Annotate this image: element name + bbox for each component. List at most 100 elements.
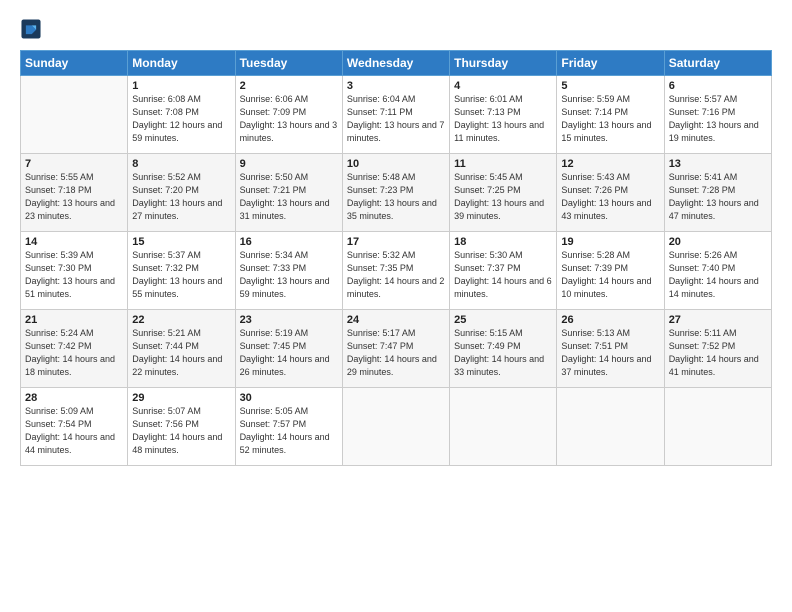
calendar-cell: 7 Sunrise: 5:55 AM Sunset: 7:18 PM Dayli… bbox=[21, 154, 128, 232]
day-number: 21 bbox=[25, 314, 123, 326]
day-info: Sunrise: 5:19 AM Sunset: 7:45 PM Dayligh… bbox=[240, 327, 338, 379]
calendar-cell: 6 Sunrise: 5:57 AM Sunset: 7:16 PM Dayli… bbox=[664, 76, 771, 154]
calendar-week-row: 28 Sunrise: 5:09 AM Sunset: 7:54 PM Dayl… bbox=[21, 388, 772, 466]
calendar-cell: 29 Sunrise: 5:07 AM Sunset: 7:56 PM Dayl… bbox=[128, 388, 235, 466]
calendar-cell: 26 Sunrise: 5:13 AM Sunset: 7:51 PM Dayl… bbox=[557, 310, 664, 388]
day-info: Sunrise: 5:57 AM Sunset: 7:16 PM Dayligh… bbox=[669, 93, 767, 145]
calendar-cell bbox=[21, 76, 128, 154]
calendar-cell: 5 Sunrise: 5:59 AM Sunset: 7:14 PM Dayli… bbox=[557, 76, 664, 154]
day-info: Sunrise: 5:43 AM Sunset: 7:26 PM Dayligh… bbox=[561, 171, 659, 223]
calendar-cell: 17 Sunrise: 5:32 AM Sunset: 7:35 PM Dayl… bbox=[342, 232, 449, 310]
weekday-header: Monday bbox=[128, 51, 235, 76]
day-info: Sunrise: 5:07 AM Sunset: 7:56 PM Dayligh… bbox=[132, 405, 230, 457]
day-info: Sunrise: 5:59 AM Sunset: 7:14 PM Dayligh… bbox=[561, 93, 659, 145]
day-number: 30 bbox=[240, 392, 338, 404]
calendar-cell: 14 Sunrise: 5:39 AM Sunset: 7:30 PM Dayl… bbox=[21, 232, 128, 310]
day-info: Sunrise: 5:52 AM Sunset: 7:20 PM Dayligh… bbox=[132, 171, 230, 223]
calendar-cell: 9 Sunrise: 5:50 AM Sunset: 7:21 PM Dayli… bbox=[235, 154, 342, 232]
day-number: 16 bbox=[240, 236, 338, 248]
calendar-cell: 2 Sunrise: 6:06 AM Sunset: 7:09 PM Dayli… bbox=[235, 76, 342, 154]
day-number: 28 bbox=[25, 392, 123, 404]
day-number: 10 bbox=[347, 158, 445, 170]
weekday-header: Tuesday bbox=[235, 51, 342, 76]
day-number: 6 bbox=[669, 80, 767, 92]
calendar-week-row: 14 Sunrise: 5:39 AM Sunset: 7:30 PM Dayl… bbox=[21, 232, 772, 310]
day-number: 15 bbox=[132, 236, 230, 248]
logo-icon bbox=[20, 18, 42, 40]
logo bbox=[20, 18, 44, 40]
calendar-week-row: 21 Sunrise: 5:24 AM Sunset: 7:42 PM Dayl… bbox=[21, 310, 772, 388]
header bbox=[20, 18, 772, 40]
day-number: 27 bbox=[669, 314, 767, 326]
day-info: Sunrise: 5:55 AM Sunset: 7:18 PM Dayligh… bbox=[25, 171, 123, 223]
day-info: Sunrise: 5:15 AM Sunset: 7:49 PM Dayligh… bbox=[454, 327, 552, 379]
day-number: 26 bbox=[561, 314, 659, 326]
day-number: 13 bbox=[669, 158, 767, 170]
day-info: Sunrise: 5:45 AM Sunset: 7:25 PM Dayligh… bbox=[454, 171, 552, 223]
calendar-cell: 25 Sunrise: 5:15 AM Sunset: 7:49 PM Dayl… bbox=[450, 310, 557, 388]
day-number: 5 bbox=[561, 80, 659, 92]
calendar-cell: 1 Sunrise: 6:08 AM Sunset: 7:08 PM Dayli… bbox=[128, 76, 235, 154]
calendar-cell: 22 Sunrise: 5:21 AM Sunset: 7:44 PM Dayl… bbox=[128, 310, 235, 388]
day-info: Sunrise: 5:05 AM Sunset: 7:57 PM Dayligh… bbox=[240, 405, 338, 457]
calendar-cell: 30 Sunrise: 5:05 AM Sunset: 7:57 PM Dayl… bbox=[235, 388, 342, 466]
day-info: Sunrise: 5:41 AM Sunset: 7:28 PM Dayligh… bbox=[669, 171, 767, 223]
calendar-week-row: 1 Sunrise: 6:08 AM Sunset: 7:08 PM Dayli… bbox=[21, 76, 772, 154]
day-info: Sunrise: 6:04 AM Sunset: 7:11 PM Dayligh… bbox=[347, 93, 445, 145]
calendar-cell: 28 Sunrise: 5:09 AM Sunset: 7:54 PM Dayl… bbox=[21, 388, 128, 466]
day-info: Sunrise: 6:06 AM Sunset: 7:09 PM Dayligh… bbox=[240, 93, 338, 145]
weekday-header: Saturday bbox=[664, 51, 771, 76]
calendar-cell: 27 Sunrise: 5:11 AM Sunset: 7:52 PM Dayl… bbox=[664, 310, 771, 388]
day-number: 20 bbox=[669, 236, 767, 248]
day-info: Sunrise: 5:37 AM Sunset: 7:32 PM Dayligh… bbox=[132, 249, 230, 301]
page: SundayMondayTuesdayWednesdayThursdayFrid… bbox=[0, 0, 792, 612]
calendar-cell: 8 Sunrise: 5:52 AM Sunset: 7:20 PM Dayli… bbox=[128, 154, 235, 232]
day-number: 2 bbox=[240, 80, 338, 92]
calendar-cell: 10 Sunrise: 5:48 AM Sunset: 7:23 PM Dayl… bbox=[342, 154, 449, 232]
day-info: Sunrise: 5:28 AM Sunset: 7:39 PM Dayligh… bbox=[561, 249, 659, 301]
calendar-cell: 15 Sunrise: 5:37 AM Sunset: 7:32 PM Dayl… bbox=[128, 232, 235, 310]
calendar-week-row: 7 Sunrise: 5:55 AM Sunset: 7:18 PM Dayli… bbox=[21, 154, 772, 232]
day-info: Sunrise: 5:32 AM Sunset: 7:35 PM Dayligh… bbox=[347, 249, 445, 301]
day-number: 3 bbox=[347, 80, 445, 92]
calendar-cell bbox=[664, 388, 771, 466]
calendar-cell bbox=[450, 388, 557, 466]
calendar-cell: 12 Sunrise: 5:43 AM Sunset: 7:26 PM Dayl… bbox=[557, 154, 664, 232]
day-info: Sunrise: 5:24 AM Sunset: 7:42 PM Dayligh… bbox=[25, 327, 123, 379]
day-number: 18 bbox=[454, 236, 552, 248]
weekday-header: Thursday bbox=[450, 51, 557, 76]
calendar-cell bbox=[342, 388, 449, 466]
day-info: Sunrise: 6:01 AM Sunset: 7:13 PM Dayligh… bbox=[454, 93, 552, 145]
day-number: 14 bbox=[25, 236, 123, 248]
weekday-header: Wednesday bbox=[342, 51, 449, 76]
calendar-cell: 19 Sunrise: 5:28 AM Sunset: 7:39 PM Dayl… bbox=[557, 232, 664, 310]
calendar-cell: 23 Sunrise: 5:19 AM Sunset: 7:45 PM Dayl… bbox=[235, 310, 342, 388]
day-info: Sunrise: 5:13 AM Sunset: 7:51 PM Dayligh… bbox=[561, 327, 659, 379]
day-info: Sunrise: 5:34 AM Sunset: 7:33 PM Dayligh… bbox=[240, 249, 338, 301]
day-info: Sunrise: 5:17 AM Sunset: 7:47 PM Dayligh… bbox=[347, 327, 445, 379]
calendar-cell: 18 Sunrise: 5:30 AM Sunset: 7:37 PM Dayl… bbox=[450, 232, 557, 310]
calendar: SundayMondayTuesdayWednesdayThursdayFrid… bbox=[20, 50, 772, 466]
day-number: 25 bbox=[454, 314, 552, 326]
day-number: 11 bbox=[454, 158, 552, 170]
day-number: 12 bbox=[561, 158, 659, 170]
calendar-cell: 16 Sunrise: 5:34 AM Sunset: 7:33 PM Dayl… bbox=[235, 232, 342, 310]
day-number: 9 bbox=[240, 158, 338, 170]
day-info: Sunrise: 5:09 AM Sunset: 7:54 PM Dayligh… bbox=[25, 405, 123, 457]
day-number: 23 bbox=[240, 314, 338, 326]
day-number: 19 bbox=[561, 236, 659, 248]
calendar-cell: 3 Sunrise: 6:04 AM Sunset: 7:11 PM Dayli… bbox=[342, 76, 449, 154]
day-number: 8 bbox=[132, 158, 230, 170]
day-number: 24 bbox=[347, 314, 445, 326]
day-info: Sunrise: 5:21 AM Sunset: 7:44 PM Dayligh… bbox=[132, 327, 230, 379]
day-info: Sunrise: 5:26 AM Sunset: 7:40 PM Dayligh… bbox=[669, 249, 767, 301]
calendar-header-row: SundayMondayTuesdayWednesdayThursdayFrid… bbox=[21, 51, 772, 76]
day-info: Sunrise: 5:11 AM Sunset: 7:52 PM Dayligh… bbox=[669, 327, 767, 379]
day-number: 29 bbox=[132, 392, 230, 404]
calendar-cell: 20 Sunrise: 5:26 AM Sunset: 7:40 PM Dayl… bbox=[664, 232, 771, 310]
calendar-cell: 24 Sunrise: 5:17 AM Sunset: 7:47 PM Dayl… bbox=[342, 310, 449, 388]
day-info: Sunrise: 5:50 AM Sunset: 7:21 PM Dayligh… bbox=[240, 171, 338, 223]
day-info: Sunrise: 5:48 AM Sunset: 7:23 PM Dayligh… bbox=[347, 171, 445, 223]
day-info: Sunrise: 5:30 AM Sunset: 7:37 PM Dayligh… bbox=[454, 249, 552, 301]
day-number: 1 bbox=[132, 80, 230, 92]
